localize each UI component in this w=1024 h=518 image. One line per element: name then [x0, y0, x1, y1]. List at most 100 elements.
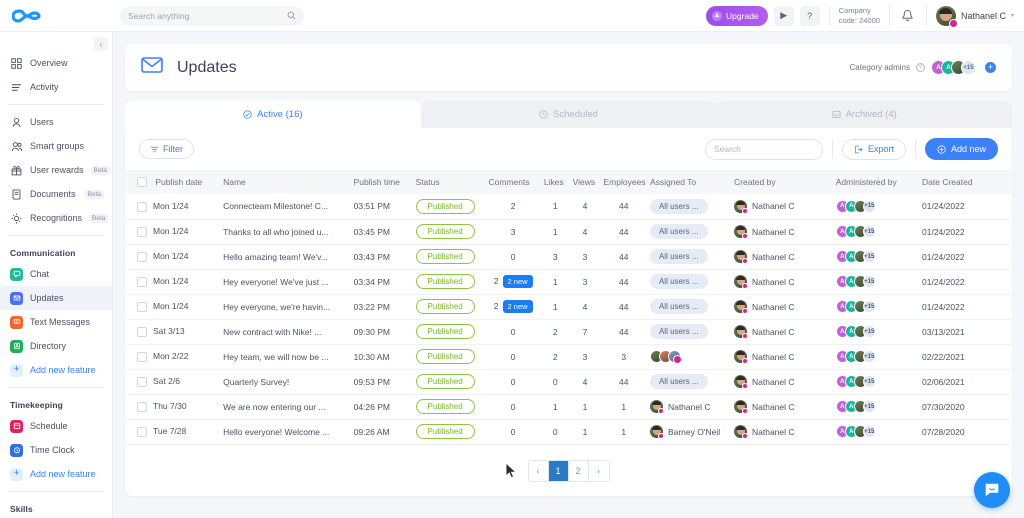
column-comments[interactable]: Comments	[486, 170, 541, 194]
administered-by-stack[interactable]: AA+15	[836, 275, 916, 288]
column-employees[interactable]: Employees	[601, 170, 647, 194]
table-row[interactable]: Mon 2/22Hey team, we will now be ...10:3…	[125, 344, 1012, 369]
sidebar-item-time-clock[interactable]: Time Clock	[0, 438, 112, 462]
row-checkbox[interactable]	[137, 427, 147, 437]
play-video-button[interactable]: ▶	[774, 6, 794, 26]
column-assigned-to[interactable]: Assigned To	[647, 170, 731, 194]
table-row[interactable]: Mon 1/24Hey everyone, we're havin...03:2…	[125, 294, 1012, 319]
assigned-to-pill[interactable]: All users ...	[650, 374, 708, 389]
column-likes[interactable]: Likes	[541, 170, 570, 194]
cell-name[interactable]: Quarterly Survey!	[220, 369, 351, 394]
add-admin-button[interactable]: +	[985, 62, 996, 73]
cell-name[interactable]: New contract with Nike! ...	[220, 319, 351, 344]
row-checkbox[interactable]	[137, 252, 147, 262]
assigned-to-pill[interactable]: All users ...	[650, 274, 708, 289]
assigned-to-pill[interactable]: All users ...	[650, 224, 708, 239]
connecteam-infinity-logo[interactable]	[0, 8, 112, 24]
export-button[interactable]: Export	[842, 139, 906, 160]
column-publish-time[interactable]: Publish time	[351, 170, 413, 194]
table-row[interactable]: Sat 3/13New contract with Nike! ...09:30…	[125, 319, 1012, 344]
help-circle-icon[interactable]: ?	[916, 63, 925, 72]
sidebar-item-smart-groups[interactable]: Smart groups	[0, 134, 112, 158]
row-checkbox[interactable]	[137, 352, 147, 362]
administered-by-stack[interactable]: AA+15	[836, 375, 916, 388]
select-all-checkbox[interactable]	[137, 177, 147, 187]
table-search[interactable]	[705, 139, 823, 160]
sidebar-collapse-button[interactable]: ‹	[94, 37, 108, 51]
assigned-to-pill[interactable]: All users ...	[650, 199, 708, 214]
row-checkbox[interactable]	[137, 227, 147, 237]
add-new-feature-communication[interactable]: + Add new feature	[0, 358, 112, 382]
column-name[interactable]: Name	[220, 170, 351, 194]
administered-by-stack[interactable]: AA+15	[836, 350, 916, 363]
new-comments-badge[interactable]: 2 new	[503, 300, 533, 313]
user-menu[interactable]: Nathanel C ▾	[936, 6, 1014, 26]
sidebar-item-overview[interactable]: Overview	[0, 51, 112, 75]
sidebar-item-directory[interactable]: Directory	[0, 334, 112, 358]
tab-archived[interactable]: Archived (4)	[716, 101, 1012, 128]
sidebar-item-updates[interactable]: Updates	[0, 286, 112, 310]
administered-by-stack[interactable]: AA+15	[836, 400, 916, 413]
sidebar-item-documents[interactable]: Documents Beta	[0, 182, 112, 206]
upgrade-button[interactable]: ▲ Upgrade	[706, 6, 768, 26]
sidebar-item-text-messages[interactable]: Text Messages	[0, 310, 112, 334]
notifications-button[interactable]	[899, 7, 917, 25]
row-checkbox[interactable]	[137, 302, 147, 312]
column-created-by[interactable]: Created by	[731, 170, 833, 194]
sidebar-item-user-rewards[interactable]: User rewards Beta	[0, 158, 112, 182]
assigned-to-avatars[interactable]	[650, 350, 728, 363]
row-checkbox[interactable]	[137, 277, 147, 287]
pagination-page-2[interactable]: 2	[569, 461, 589, 481]
cell-name[interactable]: We are now entering our ...	[220, 394, 351, 419]
global-search[interactable]	[120, 6, 304, 26]
column-publish-date[interactable]: Publish date	[125, 170, 220, 194]
column-date-created[interactable]: Date Created	[919, 170, 1012, 194]
tab-active[interactable]: Active (16)	[125, 101, 421, 128]
help-button[interactable]: ?	[800, 6, 820, 26]
row-checkbox[interactable]	[137, 402, 147, 412]
row-checkbox[interactable]	[137, 202, 147, 212]
sidebar-item-activity[interactable]: Activity	[0, 75, 112, 99]
add-new-button[interactable]: Add new	[925, 138, 998, 160]
column-status[interactable]: Status	[413, 170, 486, 194]
new-comments-badge[interactable]: 2 new	[503, 275, 533, 288]
cell-name[interactable]: Hey everyone! We've just ...	[220, 269, 351, 294]
cell-name[interactable]: Hey everyone, we're havin...	[220, 294, 351, 319]
table-row[interactable]: Sat 2/6Quarterly Survey!09:53 PMPublishe…	[125, 369, 1012, 394]
assigned-to-pill[interactable]: All users ...	[650, 324, 708, 339]
table-row[interactable]: Tue 7/28Hello everyone! Welcome ...09:26…	[125, 419, 1012, 444]
cell-name[interactable]: Connecteam Milestone! C...	[220, 194, 351, 219]
pagination-prev[interactable]: ‹	[529, 461, 549, 481]
row-checkbox[interactable]	[137, 377, 147, 387]
pagination-next[interactable]: ›	[589, 461, 609, 481]
add-new-feature-timekeeping[interactable]: + Add new feature	[0, 462, 112, 486]
table-row[interactable]: Mon 1/24Thanks to all who joined u...03:…	[125, 219, 1012, 244]
administered-by-stack[interactable]: AA+15	[836, 250, 916, 263]
column-views[interactable]: Views	[570, 170, 601, 194]
administered-by-stack[interactable]: AA+15	[836, 300, 916, 313]
admin-avatar-stack[interactable]: A A +15	[931, 60, 976, 75]
table-row[interactable]: Mon 1/24Hello amazing team! We'v...03:43…	[125, 244, 1012, 269]
chat-bubble-button[interactable]	[974, 472, 1010, 508]
sidebar-item-users[interactable]: Users	[0, 110, 112, 134]
sidebar-item-schedule[interactable]: Schedule	[0, 414, 112, 438]
tab-scheduled[interactable]: Scheduled	[421, 101, 717, 128]
cell-name[interactable]: Hey team, we will now be ...	[220, 344, 351, 369]
table-row[interactable]: Thu 7/30We are now entering our ...04:26…	[125, 394, 1012, 419]
sidebar-item-recognitions[interactable]: Recognitions Beta	[0, 206, 112, 230]
row-checkbox[interactable]	[137, 327, 147, 337]
table-row[interactable]: Mon 1/24Hey everyone! We've just ...03:3…	[125, 269, 1012, 294]
pagination-page-1[interactable]: 1	[549, 461, 569, 481]
cell-name[interactable]: Hello everyone! Welcome ...	[220, 419, 351, 444]
cell-name[interactable]: Hello amazing team! We'v...	[220, 244, 351, 269]
administered-by-stack[interactable]: AA+15	[836, 225, 916, 238]
filter-button[interactable]: Filter	[139, 139, 194, 159]
sidebar-item-chat[interactable]: Chat	[0, 262, 112, 286]
table-row[interactable]: Mon 1/24Connecteam Milestone! C...03:51 …	[125, 194, 1012, 219]
cell-name[interactable]: Thanks to all who joined u...	[220, 219, 351, 244]
search-input[interactable]	[128, 11, 287, 21]
assigned-to-pill[interactable]: All users ...	[650, 299, 708, 314]
table-search-input[interactable]	[714, 144, 825, 154]
administered-by-stack[interactable]: AA+15	[836, 325, 916, 338]
column-administered-by[interactable]: Administered by	[833, 170, 919, 194]
